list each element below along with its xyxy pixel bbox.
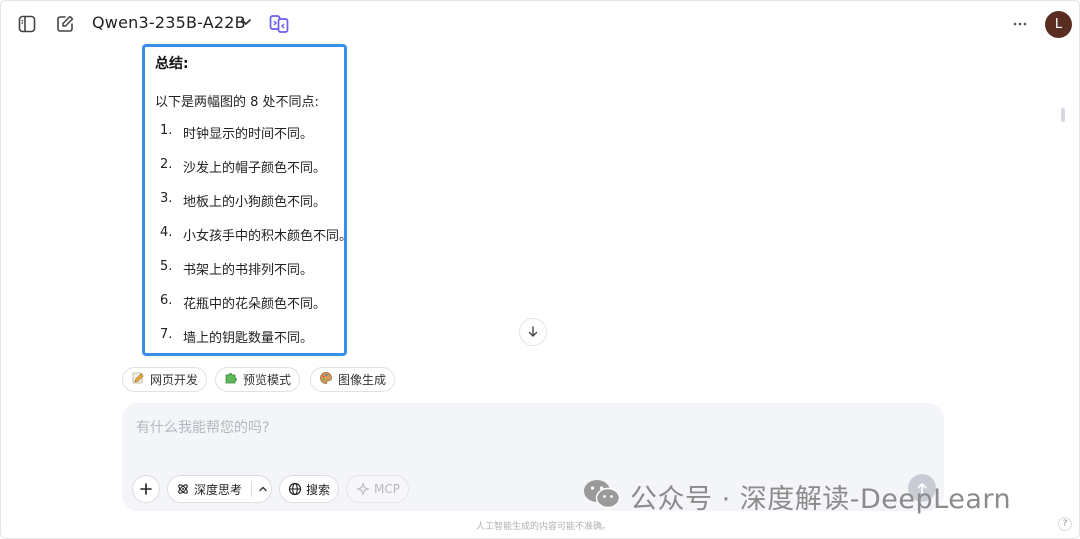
list-item-number: 5. [160,259,173,274]
summary-intro: 以下是两幅图的 8 处不同点: [155,95,319,110]
list-item: 1. 时钟显示的时间不同。 [160,123,352,157]
mcp-button[interactable]: MCP [346,475,409,503]
list-item-text: 小女孩手中的积木颜色不同。 [183,229,353,244]
list-item-text: 花瓶中的花朵颜色不同。 [183,297,327,312]
list-item-number: 6. [160,293,173,308]
sidebar-toggle-icon[interactable] [15,12,39,36]
chip-label: 预览模式 [243,373,292,387]
puzzle-emoji-icon [224,371,238,388]
list-item-text: 书架上的书排列不同。 [183,263,314,278]
mcp-label: MCP [374,482,400,496]
sparkle-icon [356,482,370,496]
plus-icon [140,483,152,495]
search-label: 搜索 [306,482,331,497]
list-item: 3. 地板上的小狗颜色不同。 [160,191,352,225]
chip-image-generation[interactable]: 图像生成 [310,367,396,392]
model-selector-label[interactable]: Qwen3-235B-A22B [92,13,246,32]
palette-emoji-icon [319,371,333,388]
list-item-number: 2. [160,157,173,172]
list-item: 7. 墙上的钥匙数量不同。 [160,327,352,361]
more-options-icon[interactable] [1008,12,1032,36]
disclaimer-text: 人工智能生成的内容可能不准确。 [476,522,612,532]
globe-icon [288,482,302,496]
list-item-text: 沙发上的帽子颜色不同。 [183,161,327,176]
top-bar: Qwen3-235B-A22B L [0,0,1080,48]
scroll-to-bottom-button[interactable] [519,318,547,346]
arrow-down-icon [528,326,538,337]
list-item: 4. 小女孩手中的积木颜色不同。 [160,225,352,259]
list-item-number: 3. [160,191,173,206]
divider [251,481,252,497]
search-button[interactable]: 搜索 [279,475,339,503]
chip-label: 网页开发 [150,373,199,387]
user-avatar[interactable]: L [1045,11,1072,38]
message-input[interactable] [136,417,916,457]
difference-list: 1. 时钟显示的时间不同。 2. 沙发上的帽子颜色不同。 3. 地板上的小狗颜色不同。… [160,123,352,361]
help-button[interactable]: ? [1058,517,1072,531]
wechat-logo-icon [582,477,622,515]
list-item-number: 7. [160,327,173,342]
list-item-number: 1. [160,123,173,138]
chip-web-dev[interactable]: 网页开发 [122,367,208,392]
compare-models-icon[interactable] [267,12,291,36]
list-item: 2. 沙发上的帽子颜色不同。 [160,157,352,191]
chevron-up-icon[interactable] [256,482,270,499]
list-item-text: 地板上的小狗颜色不同。 [183,195,327,210]
list-item: 6. 花瓶中的花朵颜色不同。 [160,293,352,327]
attach-button[interactable] [132,475,160,503]
scrollbar[interactable] [1061,108,1065,122]
watermark-text: 公众号 · 深度解读-DeepLearn [630,483,1012,515]
chip-preview-mode[interactable]: 预览模式 [215,367,301,392]
atom-icon [178,484,188,494]
model-selector-chevron-icon[interactable] [238,14,254,34]
chip-label: 图像生成 [338,373,387,387]
pencil-emoji-icon [131,371,145,388]
list-item-number: 4. [160,225,173,240]
list-item-text: 时钟显示的时间不同。 [183,127,314,142]
new-chat-icon[interactable] [53,12,77,36]
list-item: 5. 书架上的书排列不同。 [160,259,352,293]
watermark: 公众号 · 深度解读-DeepLearn [582,476,1011,516]
deep-think-label: 深度思考 [194,482,243,497]
deep-think-button[interactable]: 深度思考 [167,475,272,503]
summary-title: 总结: [155,56,189,72]
list-item-text: 墙上的钥匙数量不同。 [183,331,314,346]
